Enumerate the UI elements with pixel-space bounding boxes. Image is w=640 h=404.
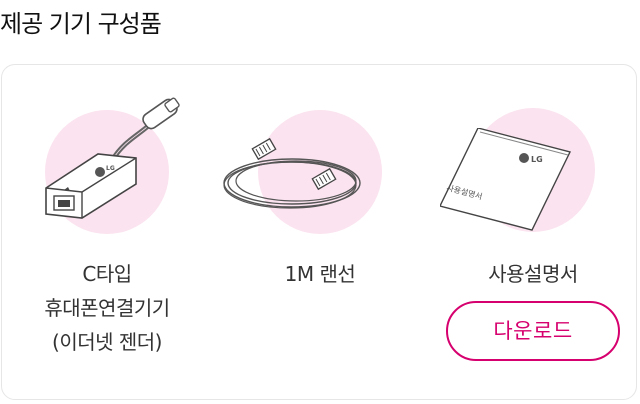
lg-logo-icon: [519, 153, 529, 163]
section-title: 제공 기기 구성품: [0, 10, 162, 38]
manual-booklet-icon: LG 사용설명서: [440, 128, 572, 231]
item-3-label: 사용설명서: [488, 262, 578, 286]
usb-c-ethernet-adapter-icon: LG: [45, 97, 180, 219]
lan-cable-icon: [223, 137, 361, 209]
download-button[interactable]: 다운로드: [446, 301, 620, 361]
manual-brand: LG: [531, 155, 543, 164]
svg-text:LG: LG: [106, 165, 115, 172]
item-2-label: 1M 랜선: [284, 262, 356, 286]
item-1-label: C타입 휴대폰연결기기 (이더넷 젠더): [44, 262, 170, 354]
